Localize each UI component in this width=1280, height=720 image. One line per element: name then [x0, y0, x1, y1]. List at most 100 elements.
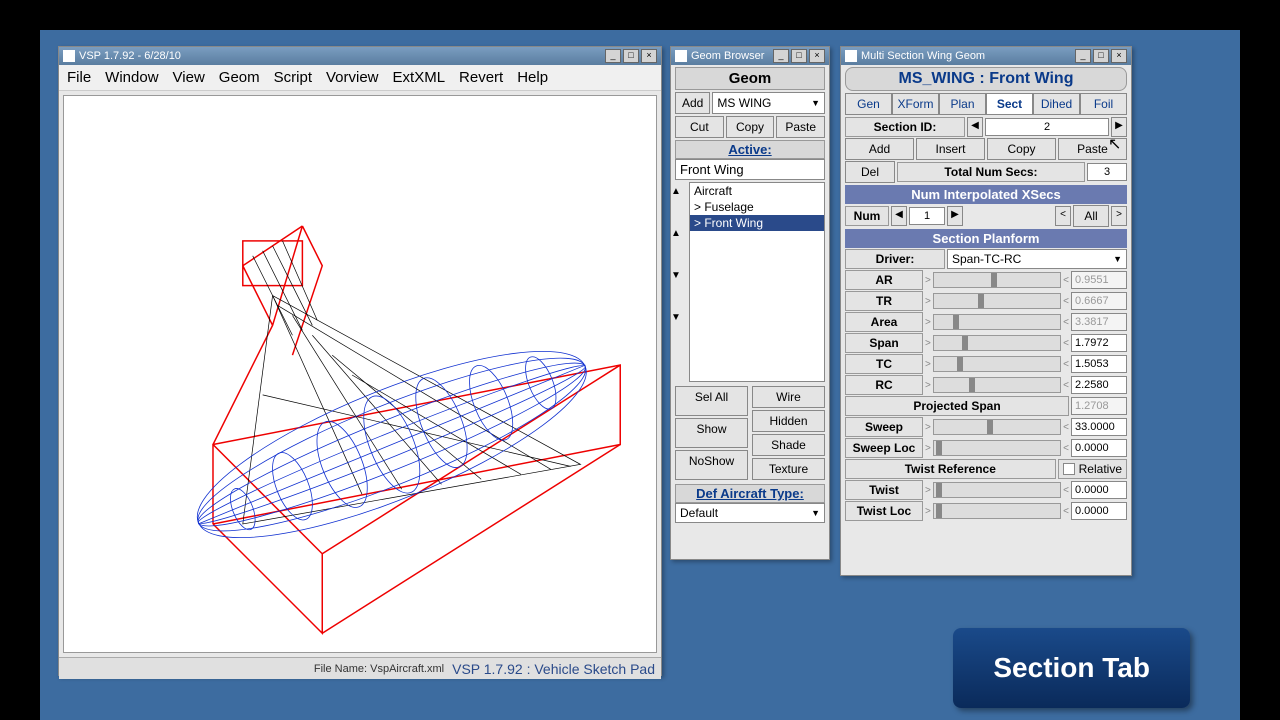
show-button[interactable]: Show [675, 418, 748, 448]
tree-down-icon[interactable]: ▼ [671, 270, 683, 282]
app-icon [63, 50, 75, 62]
param-slider[interactable] [933, 356, 1061, 372]
tab-plan[interactable]: Plan [939, 93, 986, 115]
menu-vorview[interactable]: Vorview [326, 69, 379, 86]
param-label: AR [845, 270, 923, 290]
sect-copy-button[interactable]: Copy [987, 138, 1056, 160]
tree-item[interactable]: > Fuselage [690, 199, 824, 215]
cut-button[interactable]: Cut [675, 116, 724, 138]
tab-gen[interactable]: Gen [845, 93, 892, 115]
tree-up-icon[interactable]: ▲ [671, 186, 683, 198]
add-button[interactable]: Add [675, 92, 710, 114]
lt-button[interactable]: < [1055, 206, 1071, 226]
maximize-icon[interactable]: □ [1093, 49, 1109, 63]
tab-xform[interactable]: XForm [892, 93, 939, 115]
num-next-button[interactable]: ▶ [947, 206, 963, 226]
driver-select[interactable]: Span-TC-RC [947, 249, 1127, 269]
sect-add-button[interactable]: Add [845, 138, 914, 160]
tab-sect[interactable]: Sect [986, 93, 1033, 115]
tab-dihed[interactable]: Dihed [1033, 93, 1080, 115]
menu-script[interactable]: Script [274, 69, 312, 86]
tab-foil[interactable]: Foil [1080, 93, 1127, 115]
param-label: Span [845, 333, 923, 353]
twist-value[interactable]: 0.0000 [1071, 481, 1127, 499]
ms-title: Multi Section Wing Geom [861, 50, 985, 62]
param-value: 0.6667 [1071, 292, 1127, 310]
param-value[interactable]: 1.5053 [1071, 355, 1127, 373]
active-value: Front Wing [675, 159, 825, 180]
twistloc-label: Twist Loc [845, 501, 923, 521]
close-icon[interactable]: × [809, 49, 825, 63]
selall-button[interactable]: Sel All [675, 386, 748, 416]
statusbar: File Name: VspAircraft.xml VSP 1.7.92 : … [59, 657, 661, 679]
sweeploc-value[interactable]: 0.0000 [1071, 439, 1127, 457]
param-value: 3.3817 [1071, 313, 1127, 331]
param-slider[interactable] [933, 377, 1061, 393]
section-next-button[interactable]: ▶ [1111, 117, 1127, 137]
geom-tree[interactable]: Aircraft> Fuselage> Front Wing [689, 182, 825, 382]
menu-help[interactable]: Help [517, 69, 548, 86]
menu-geom[interactable]: Geom [219, 69, 260, 86]
param-slider [933, 272, 1061, 288]
maximize-icon[interactable]: □ [623, 49, 639, 63]
shade-button[interactable]: Shade [752, 434, 825, 456]
all-button[interactable]: All [1073, 205, 1109, 227]
param-label: TR [845, 291, 923, 311]
sweep-slider[interactable] [933, 419, 1061, 435]
menu-window[interactable]: Window [105, 69, 158, 86]
twistloc-value[interactable]: 0.0000 [1071, 502, 1127, 520]
tree-item[interactable]: Aircraft [690, 183, 824, 199]
noshow-button[interactable]: NoShow [675, 450, 748, 480]
wire-button[interactable]: Wire [752, 386, 825, 408]
sect-del-button[interactable]: Del [845, 161, 895, 183]
hidden-button[interactable]: Hidden [752, 410, 825, 432]
viewport-3d[interactable] [63, 95, 657, 653]
copy-button[interactable]: Copy [726, 116, 775, 138]
close-icon[interactable]: × [641, 49, 657, 63]
tree-up2-icon[interactable]: ▲ [671, 228, 683, 240]
num-label: Num [845, 206, 889, 226]
section-prev-button[interactable]: ◀ [967, 117, 983, 137]
tree-down2-icon[interactable]: ▼ [671, 312, 683, 324]
menu-file[interactable]: File [67, 69, 91, 86]
param-value[interactable]: 1.7972 [1071, 334, 1127, 352]
close-icon[interactable]: × [1111, 49, 1127, 63]
sweep-label: Sweep [845, 417, 923, 437]
twistref-label: Twist Reference [845, 459, 1056, 479]
sect-insert-button[interactable]: Insert [916, 138, 985, 160]
param-slider[interactable] [933, 335, 1061, 351]
relative-checkbox[interactable]: Relative [1058, 459, 1127, 479]
def-aircraft-select[interactable]: Default [675, 503, 825, 523]
minimize-icon[interactable]: _ [605, 49, 621, 63]
sect-paste-button[interactable]: Paste [1058, 138, 1127, 160]
sweep-value[interactable]: 33.0000 [1071, 418, 1127, 436]
section-id-label: Section ID: [845, 117, 965, 137]
texture-button[interactable]: Texture [752, 458, 825, 480]
section-id-value[interactable]: 2 [985, 118, 1109, 136]
tree-item[interactable]: > Front Wing [690, 215, 824, 231]
def-aircraft-label: Def Aircraft Type: [675, 484, 825, 503]
num-value[interactable]: 1 [909, 207, 945, 225]
app-label: VSP 1.7.92 : Vehicle Sketch Pad [452, 661, 655, 677]
menu-revert[interactable]: Revert [459, 69, 503, 86]
paste-button[interactable]: Paste [776, 116, 825, 138]
caption: Section Tab [953, 628, 1190, 708]
twistloc-slider[interactable] [933, 503, 1061, 519]
geom-type-select[interactable]: MS WING [712, 92, 825, 114]
sweeploc-label: Sweep Loc [845, 438, 923, 458]
gb-titlebar: Geom Browser _ □ × [671, 47, 829, 65]
param-value[interactable]: 2.2580 [1071, 376, 1127, 394]
menu-view[interactable]: View [173, 69, 205, 86]
param-label: RC [845, 375, 923, 395]
twist-label: Twist [845, 480, 923, 500]
total-secs-value: 3 [1087, 163, 1127, 181]
menu-extxml[interactable]: ExtXML [393, 69, 446, 86]
proj-span-label: Projected Span [845, 396, 1069, 416]
sweeploc-slider[interactable] [933, 440, 1061, 456]
twist-slider[interactable] [933, 482, 1061, 498]
maximize-icon[interactable]: □ [791, 49, 807, 63]
minimize-icon[interactable]: _ [1075, 49, 1091, 63]
num-prev-button[interactable]: ◀ [891, 206, 907, 226]
gt-button[interactable]: > [1111, 206, 1127, 226]
minimize-icon[interactable]: _ [773, 49, 789, 63]
